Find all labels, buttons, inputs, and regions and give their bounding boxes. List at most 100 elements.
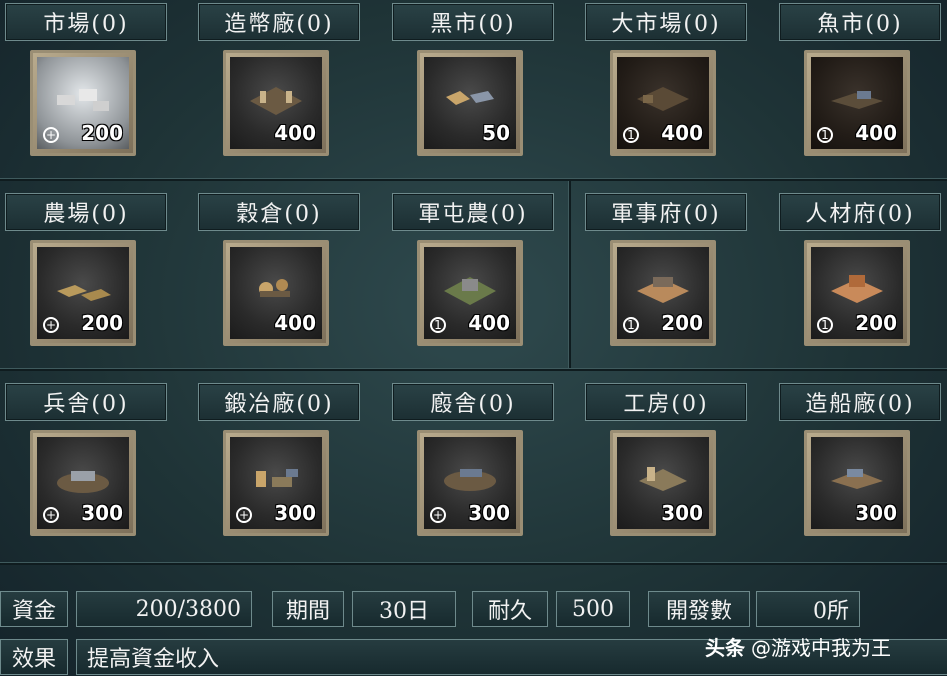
- building-image: +300: [230, 437, 322, 529]
- building-cost: 400: [274, 121, 316, 145]
- building-label-mint: 造幣廠(0): [198, 3, 360, 41]
- building-image: +200: [37, 247, 129, 339]
- building-image: 400: [230, 247, 322, 339]
- building-tile-forge[interactable]: +300: [223, 430, 329, 536]
- building-grid: 市場(0) +200 造幣廠(0) 400 黑市(0) 50 大市場(0) 1 400 魚市(0)…: [0, 0, 947, 560]
- building-talent-office[interactable]: 人材府(0) 1 200: [774, 190, 947, 365]
- building-workshop[interactable]: 工房(0) 300: [580, 380, 770, 555]
- building-grand-market[interactable]: 大市場(0) 1 400: [580, 0, 770, 175]
- building-illustration: [444, 277, 496, 305]
- building-label-forge: 鍛冶廠(0): [198, 383, 360, 421]
- building-cost: 300: [661, 501, 703, 525]
- building-cost: 300: [468, 501, 510, 525]
- building-tile-military-farm[interactable]: 1 400: [417, 240, 523, 346]
- durability-label: 耐久: [472, 591, 548, 627]
- building-image: +200: [37, 57, 129, 149]
- durability-value: 500: [556, 591, 630, 627]
- building-market[interactable]: 市場(0) +200: [0, 0, 190, 175]
- watermark-handle: @游戏中我为王: [751, 635, 891, 660]
- building-label-shipyard: 造船廠(0): [779, 383, 941, 421]
- building-illustration: [831, 469, 883, 489]
- building-cost: 400: [274, 311, 316, 335]
- row-divider-3: [0, 562, 947, 565]
- building-cost: 200: [661, 311, 703, 335]
- building-cost: 400: [468, 311, 510, 335]
- building-illustration: [256, 469, 298, 487]
- dev-count-label: 開發數: [648, 591, 750, 627]
- building-tile-stable[interactable]: +300: [417, 430, 523, 536]
- building-illustration: [831, 91, 883, 109]
- circle-one-icon: 1: [430, 317, 446, 333]
- building-image: 1 200: [811, 247, 903, 339]
- building-fish-market[interactable]: 魚市(0) 1 400: [774, 0, 947, 175]
- building-image: 1 200: [617, 247, 709, 339]
- building-tile-black-market[interactable]: 50: [417, 50, 523, 156]
- building-image: 1 400: [811, 57, 903, 149]
- building-tile-mint[interactable]: 400: [223, 50, 329, 156]
- row-divider-2: [0, 368, 947, 371]
- section-divider-vertical: [568, 178, 571, 368]
- building-image: +300: [37, 437, 129, 529]
- building-image: 1 400: [424, 247, 516, 339]
- building-cost: 50: [482, 121, 510, 145]
- building-illustration: [446, 91, 494, 105]
- circle-plus-icon: +: [43, 507, 59, 523]
- building-cost: 200: [81, 311, 123, 335]
- building-tile-barracks[interactable]: +300: [30, 430, 136, 536]
- watermark-brand: 头条: [705, 635, 745, 660]
- building-military-farm[interactable]: 軍屯農(0) 1 400: [387, 190, 577, 365]
- building-label-military-farm: 軍屯農(0): [392, 193, 554, 231]
- building-tile-talent-office[interactable]: 1 200: [804, 240, 910, 346]
- building-military-office[interactable]: 軍事府(0) 1 200: [580, 190, 770, 365]
- building-illustration: [831, 275, 883, 303]
- building-cost: 400: [661, 121, 703, 145]
- building-cost: 200: [855, 311, 897, 335]
- building-cost: 300: [274, 501, 316, 525]
- building-granary[interactable]: 穀倉(0) 400: [193, 190, 383, 365]
- circle-one-icon: 1: [817, 317, 833, 333]
- building-image: +300: [424, 437, 516, 529]
- circle-plus-icon: +: [43, 317, 59, 333]
- building-forge[interactable]: 鍛冶廠(0) +300: [193, 380, 383, 555]
- building-image: 300: [811, 437, 903, 529]
- building-cost: 400: [855, 121, 897, 145]
- building-label-stable: 廏舎(0): [392, 383, 554, 421]
- building-shipyard[interactable]: 造船廠(0) 300: [774, 380, 947, 555]
- building-illustration: [259, 279, 290, 297]
- building-black-market[interactable]: 黑市(0) 50: [387, 0, 577, 175]
- building-tile-market[interactable]: +200: [30, 50, 136, 156]
- building-label-granary: 穀倉(0): [198, 193, 360, 231]
- building-tile-grand-market[interactable]: 1 400: [610, 50, 716, 156]
- building-tile-fish-market[interactable]: 1 400: [804, 50, 910, 156]
- building-mint[interactable]: 造幣廠(0) 400: [193, 0, 383, 175]
- building-label-fish-market: 魚市(0): [779, 3, 941, 41]
- building-illustration: [444, 469, 496, 491]
- building-stable[interactable]: 廏舎(0) +300: [387, 380, 577, 555]
- circle-plus-icon: +: [236, 507, 252, 523]
- building-image: 400: [230, 57, 322, 149]
- building-cost: 200: [81, 121, 123, 145]
- building-illustration: [57, 89, 109, 111]
- building-illustration: [639, 467, 687, 491]
- building-farm[interactable]: 農場(0) +200: [0, 190, 190, 365]
- building-tile-shipyard[interactable]: 300: [804, 430, 910, 536]
- building-tile-military-office[interactable]: 1 200: [610, 240, 716, 346]
- circle-one-icon: 1: [817, 127, 833, 143]
- funds-value: 200/3800: [76, 591, 252, 627]
- period-label: 期間: [272, 591, 344, 627]
- watermark: 头条 @游戏中我为王: [705, 624, 945, 668]
- building-label-military-office: 軍事府(0): [585, 193, 747, 231]
- building-barracks[interactable]: 兵舎(0) +300: [0, 380, 190, 555]
- building-label-talent-office: 人材府(0): [779, 193, 941, 231]
- building-cost: 300: [81, 501, 123, 525]
- circle-plus-icon: +: [430, 507, 446, 523]
- funds-label: 資金: [0, 591, 68, 627]
- building-label-black-market: 黑市(0): [392, 3, 554, 41]
- building-tile-farm[interactable]: +200: [30, 240, 136, 346]
- building-tile-granary[interactable]: 400: [223, 240, 329, 346]
- building-label-barracks: 兵舎(0): [5, 383, 167, 421]
- building-tile-workshop[interactable]: 300: [610, 430, 716, 536]
- effect-label: 效果: [0, 639, 68, 675]
- building-label-market: 市場(0): [5, 3, 167, 41]
- building-image: 300: [617, 437, 709, 529]
